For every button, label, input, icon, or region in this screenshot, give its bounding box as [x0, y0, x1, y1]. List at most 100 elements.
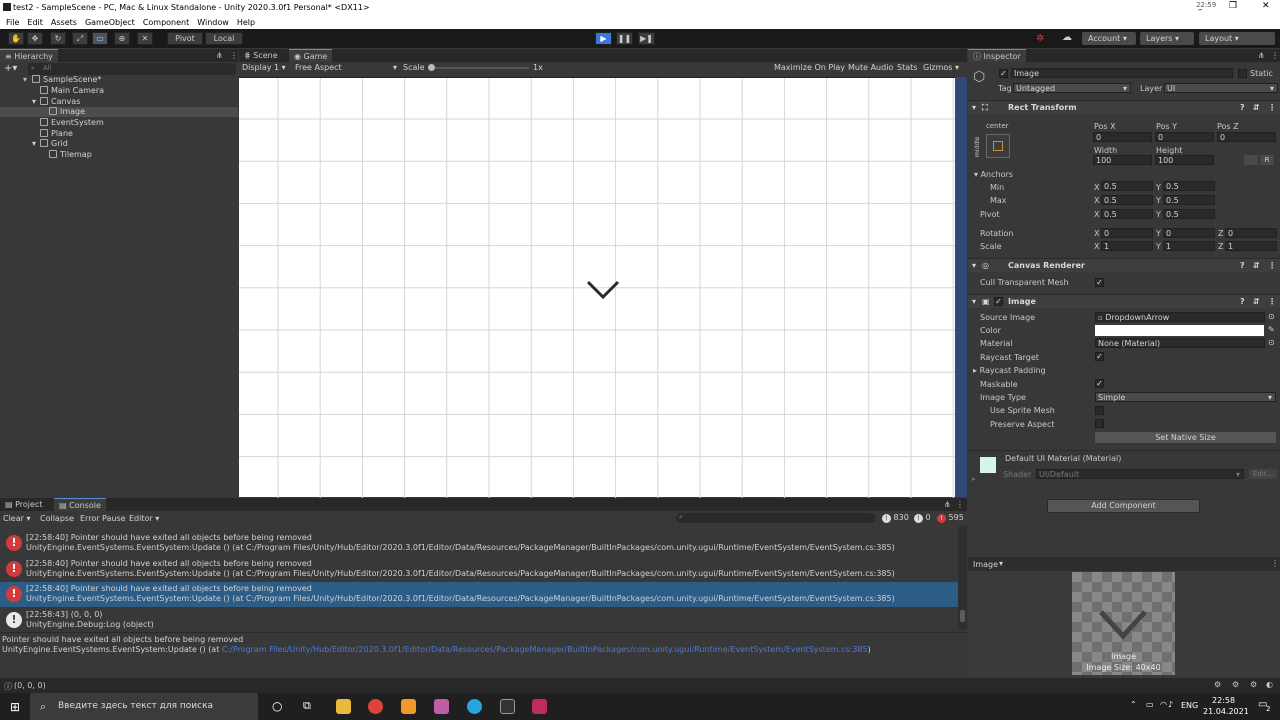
layout-dropdown[interactable]: Layout ▾	[1199, 32, 1275, 45]
clock-date[interactable]: 21.04.2021	[1203, 707, 1249, 716]
play-button[interactable]: ▶	[595, 32, 612, 45]
help-icon[interactable]: ?	[1240, 297, 1245, 306]
canvas-renderer-header[interactable]: ▾ ◎ Canvas Renderer ? ⇵ ⋮	[968, 258, 1280, 272]
object-name-field[interactable]: Image	[1011, 68, 1233, 78]
display-dropdown[interactable]: Display 1 ▾	[242, 63, 286, 72]
active-checkbox[interactable]: ✓	[999, 69, 1008, 78]
tray-up-icon[interactable]: ⌃	[1130, 700, 1137, 709]
hierarchy-item-tilemap[interactable]: Tilemap	[0, 150, 238, 160]
raw-edit-button[interactable]: R	[1260, 155, 1274, 165]
min-y-field[interactable]: 0.5	[1163, 181, 1215, 191]
minimize-icon[interactable]: –	[1198, 5, 1203, 15]
scale-x-field[interactable]: 1	[1101, 241, 1153, 251]
tab-console[interactable]: ▤ Console	[54, 498, 106, 511]
menu-component[interactable]: Component	[143, 18, 189, 27]
transform-tool-icon[interactable]: ⊕	[114, 32, 130, 45]
status-text[interactable]: (0, 0, 0)	[14, 681, 46, 690]
preserve-aspect-checkbox[interactable]	[1095, 419, 1104, 428]
use-sprite-mesh-checkbox[interactable]	[1095, 406, 1104, 415]
rotation-y-field[interactable]: 0	[1163, 228, 1215, 238]
lock-icon[interactable]: ⋔	[1258, 51, 1265, 60]
tab-inspector[interactable]: ⓘ Inspector	[968, 49, 1026, 62]
anchor-preset-button[interactable]	[986, 134, 1010, 158]
shader-edit-button[interactable]: Edit...	[1249, 469, 1277, 479]
layers-dropdown[interactable]: Layers ▾	[1140, 32, 1194, 45]
preview-header[interactable]: Image ▾ ⋮	[968, 557, 1280, 571]
pos-x-field[interactable]: 0	[1093, 132, 1152, 142]
settings-icon[interactable]: ⇵	[1253, 261, 1260, 270]
menu-gameobject[interactable]: GameObject	[85, 18, 135, 27]
console-row[interactable]: ! [22:58:40] Pointer should have exited …	[0, 557, 958, 582]
close-icon[interactable]: ✕	[1262, 1, 1270, 11]
raycast-padding-foldout[interactable]: ▸ Raycast Padding	[973, 366, 1046, 375]
scale-y-field[interactable]: 1	[1163, 241, 1215, 251]
lock-icon[interactable]: ⋔	[944, 500, 951, 509]
sublime-icon[interactable]	[401, 699, 416, 714]
pivot-x-field[interactable]: 0.5	[1101, 209, 1153, 219]
raycast-target-checkbox[interactable]: ✓	[1095, 352, 1104, 361]
tab-project[interactable]: ▤ Project	[0, 498, 47, 511]
collab-icon[interactable]: ✲	[1036, 33, 1044, 44]
more-icon[interactable]: ⋮	[1268, 103, 1276, 112]
maximize-icon[interactable]: ❐	[1229, 1, 1237, 11]
menu-window[interactable]: Window	[197, 18, 229, 27]
game-viewport[interactable]	[239, 77, 955, 498]
maximize-on-play-toggle[interactable]: Maximize On Play	[774, 63, 845, 72]
tab-game[interactable]: ◉ Game	[289, 49, 333, 62]
language-indicator[interactable]: ENG	[1181, 701, 1198, 710]
clock-time[interactable]: 22:58	[1212, 696, 1235, 705]
source-image-field[interactable]: ▫ DropdownArrow	[1095, 312, 1265, 322]
mail-app-icon[interactable]	[434, 699, 449, 714]
color-field[interactable]	[1095, 325, 1264, 336]
task-view-icon[interactable]: ⧉	[303, 699, 311, 713]
tab-scene[interactable]: ⋕ Scene	[239, 49, 283, 62]
settings-icon[interactable]: ⇵	[1253, 297, 1260, 306]
scale-z-field[interactable]: 1	[1225, 241, 1277, 251]
image-type-dropdown[interactable]: Simple ▾	[1095, 392, 1276, 402]
volume-icon[interactable]: ♪	[1168, 700, 1173, 709]
settings-icon[interactable]: ⇵	[1253, 103, 1260, 112]
menu-help[interactable]: Help	[237, 18, 255, 27]
hierarchy-search-input[interactable]: ⌕ All	[28, 63, 236, 75]
object-picker-icon[interactable]: ⊙	[1268, 312, 1275, 321]
clear-button[interactable]: Clear ▾	[3, 514, 30, 523]
hand-tool-icon[interactable]: ✋	[8, 32, 24, 45]
scale-slider[interactable]	[428, 64, 529, 71]
account-dropdown[interactable]: Account ▾	[1082, 32, 1136, 45]
lock-icon[interactable]: ⋔	[216, 51, 223, 60]
hierarchy-item-canvas[interactable]: ▾ Canvas	[0, 97, 238, 107]
collapse-toggle[interactable]: Collapse	[40, 514, 74, 523]
image-enabled-checkbox[interactable]: ✓	[994, 297, 1003, 306]
layer-dropdown[interactable]: UI ▾	[1164, 83, 1278, 93]
mute-audio-toggle[interactable]: Mute Audio	[848, 63, 893, 72]
console-row-selected[interactable]: ! [22:58:40] Pointer should have exited …	[0, 582, 958, 607]
hierarchy-item-eventsystem[interactable]: EventSystem	[0, 118, 238, 128]
add-component-button[interactable]: Add Component	[1047, 499, 1200, 513]
help-icon[interactable]: ?	[1240, 103, 1245, 112]
console-row[interactable]: ! [22:58:43] (0, 0, 0) UnityEngine.Debug:…	[0, 608, 958, 633]
tab-hierarchy[interactable]: ≡ Hierarchy	[0, 49, 58, 62]
more-icon[interactable]: ⋮	[230, 51, 238, 60]
more-icon[interactable]: ⋮	[956, 500, 964, 509]
pause-button[interactable]: ❚❚	[616, 32, 633, 45]
more-icon[interactable]: ⋮	[1268, 297, 1276, 306]
more-icon[interactable]: ⋮	[1271, 51, 1279, 60]
rotation-x-field[interactable]: 0	[1101, 228, 1153, 238]
width-field[interactable]: 100	[1093, 155, 1152, 165]
rotate-tool-icon[interactable]: ↻	[50, 32, 66, 45]
menu-edit[interactable]: Edit	[27, 18, 43, 27]
editor-dropdown[interactable]: Editor ▾	[129, 514, 159, 523]
move-tool-icon[interactable]: ✥	[27, 32, 43, 45]
image-component-header[interactable]: ▾ ▣ ✓ Image ? ⇵ ⋮	[968, 294, 1280, 308]
hierarchy-item-scene[interactable]: ▾ SampleScene*	[0, 75, 238, 85]
set-native-size-button[interactable]: Set Native Size	[1095, 432, 1276, 443]
unity-taskbar-icon[interactable]	[500, 699, 515, 714]
chrome-icon[interactable]	[368, 699, 383, 714]
error-pause-toggle[interactable]: Error Pause	[80, 514, 126, 523]
console-search-input[interactable]: ⌕	[676, 513, 876, 523]
scale-tool-icon[interactable]: ⤢	[72, 32, 88, 45]
material-name[interactable]: Default UI Material (Material)	[1005, 454, 1121, 463]
step-button[interactable]: ▶❚	[638, 32, 655, 45]
hierarchy-item-image[interactable]: Image	[0, 107, 238, 117]
pivot-toggle[interactable]: Pivot	[167, 32, 203, 45]
